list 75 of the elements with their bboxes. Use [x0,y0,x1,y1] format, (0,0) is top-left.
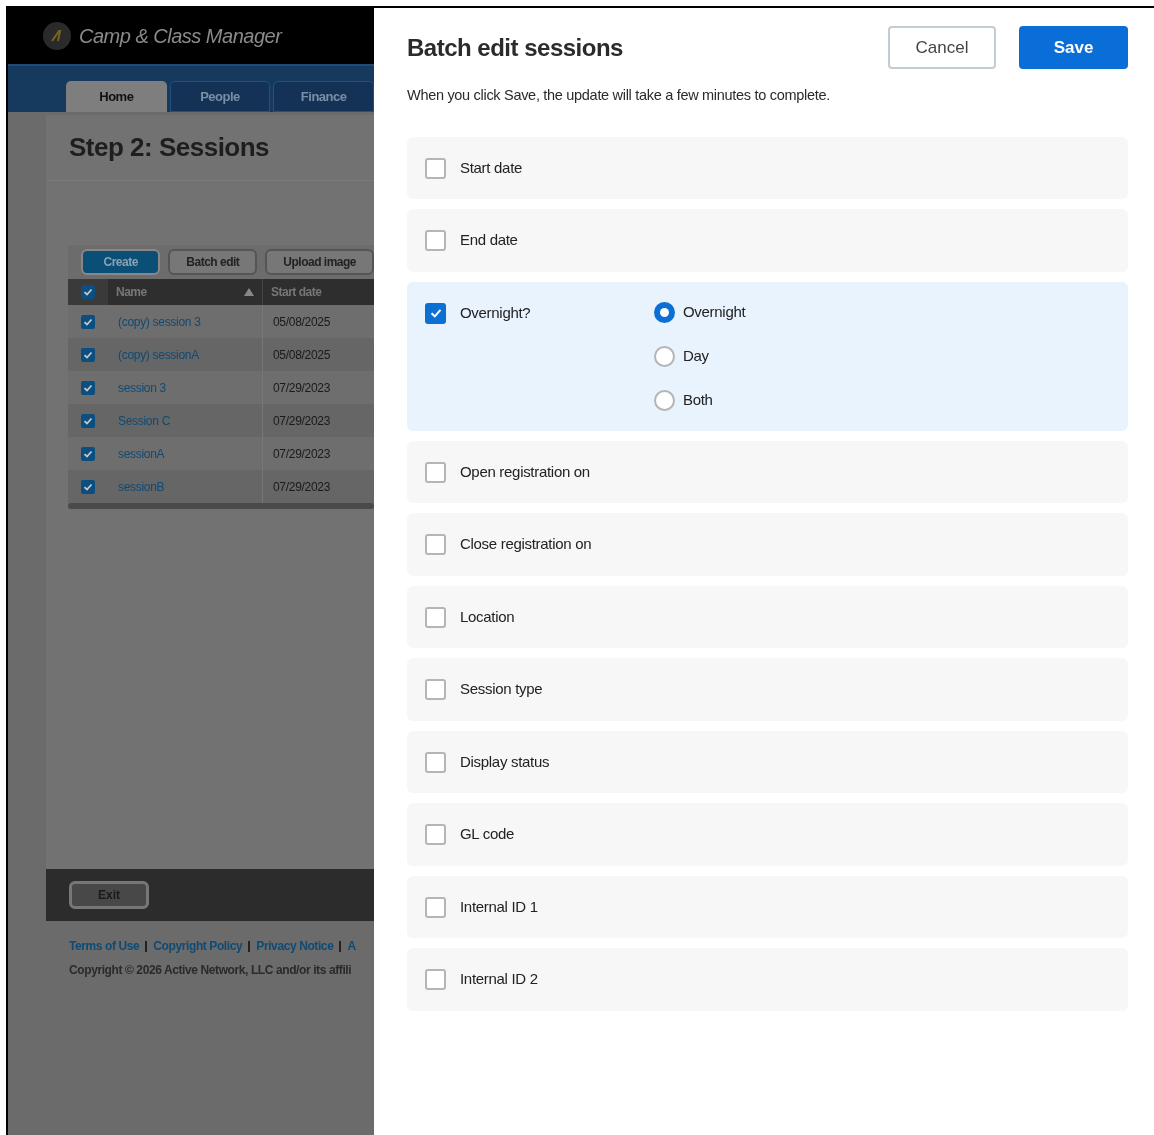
checkbox[interactable] [81,380,95,395]
checkbox[interactable] [425,606,446,628]
page-title: Step 2: Sessions [69,131,270,164]
check-icon [83,316,93,327]
checkbox[interactable] [425,679,446,700]
session-link[interactable]: (copy) session 3 [118,312,201,331]
field-label: Close registration on [460,534,592,555]
cancel-button[interactable]: Cancel [888,26,996,69]
field-label: Display status [460,751,550,772]
footer-link[interactable]: Terms of Use [69,937,140,955]
checkbox[interactable] [425,302,446,324]
footer-link[interactable]: Privacy Notice [256,937,334,955]
field-label: Session type [460,679,543,700]
session-link[interactable]: sessionA [118,444,165,463]
radio-label: Both [683,390,713,410]
table-cell-text: 05/08/2025 [273,346,331,364]
checkbox[interactable] [425,230,446,251]
field-label: Internal ID 1 [460,896,538,917]
checkbox[interactable] [425,896,446,918]
checkbox[interactable] [425,824,446,845]
field-label: GL code [460,824,515,845]
checkbox[interactable] [425,534,446,555]
nav-tab[interactable]: Finance [273,81,374,112]
session-link[interactable]: sessionB [118,477,165,496]
toolbar-button[interactable]: Upload image [265,249,374,275]
checkbox[interactable] [425,969,446,990]
table-cell-text: 07/29/2023 [273,412,331,430]
radio-label: Day [683,346,709,366]
nav-tab[interactable]: Home [66,81,167,112]
field-label: Internal ID 2 [460,969,538,990]
footer-link[interactable]: Copyright Policy [153,937,243,955]
table-cell-text: 07/29/2023 [273,445,331,463]
checkbox[interactable] [81,347,95,362]
check-icon [83,382,93,393]
checkbox[interactable] [81,446,95,461]
drawer-title: Batch edit sessions [407,32,623,63]
checkbox[interactable] [81,314,95,329]
radio-button[interactable] [654,301,675,323]
field-label: End date [460,230,518,251]
description-text: When you click Save, the update will take a few minutes to complete. [407,86,831,105]
check-icon [83,448,93,459]
sort-up-icon [244,288,254,296]
field-label: Overnight? [460,302,531,323]
footer-link[interactable]: A [347,937,356,955]
check-icon [428,306,443,320]
checkbox[interactable] [81,285,95,299]
toolbar-button[interactable]: Batch edit [168,249,258,275]
check-icon [83,349,93,360]
field-label: Open registration on [460,461,590,482]
check-icon [83,287,93,297]
checkbox[interactable] [425,157,446,179]
app-title: Camp & Class Manager [79,24,282,49]
toolbar-button[interactable]: Create [81,249,161,275]
table-cell-text: 07/29/2023 [273,478,331,496]
nav-tab[interactable]: People [169,81,271,112]
checkbox[interactable] [81,479,95,494]
checkbox[interactable] [425,751,446,773]
check-icon [83,415,93,426]
session-link[interactable]: (copy) sessionA [118,345,199,364]
check-icon [83,481,93,492]
checkbox[interactable] [81,413,95,428]
logo-icon [43,22,71,50]
session-link[interactable]: Session C [118,411,170,430]
save-button[interactable]: Save [1019,26,1128,69]
radio-label: Overnight [683,302,746,322]
column-header[interactable]: Name [108,279,262,305]
session-link[interactable]: session 3 [118,378,166,397]
copyright-text: Copyright © 2026 Active Network, LLC and/or its affili [69,962,353,979]
field-label: Start date [460,157,523,178]
table-cell-text: 05/08/2025 [273,313,331,331]
table-cell-text: 07/29/2023 [273,379,331,397]
field-label: Location [460,606,515,627]
radio-button[interactable] [654,345,675,367]
radio-button[interactable] [654,389,675,411]
checkbox[interactable] [425,461,446,483]
